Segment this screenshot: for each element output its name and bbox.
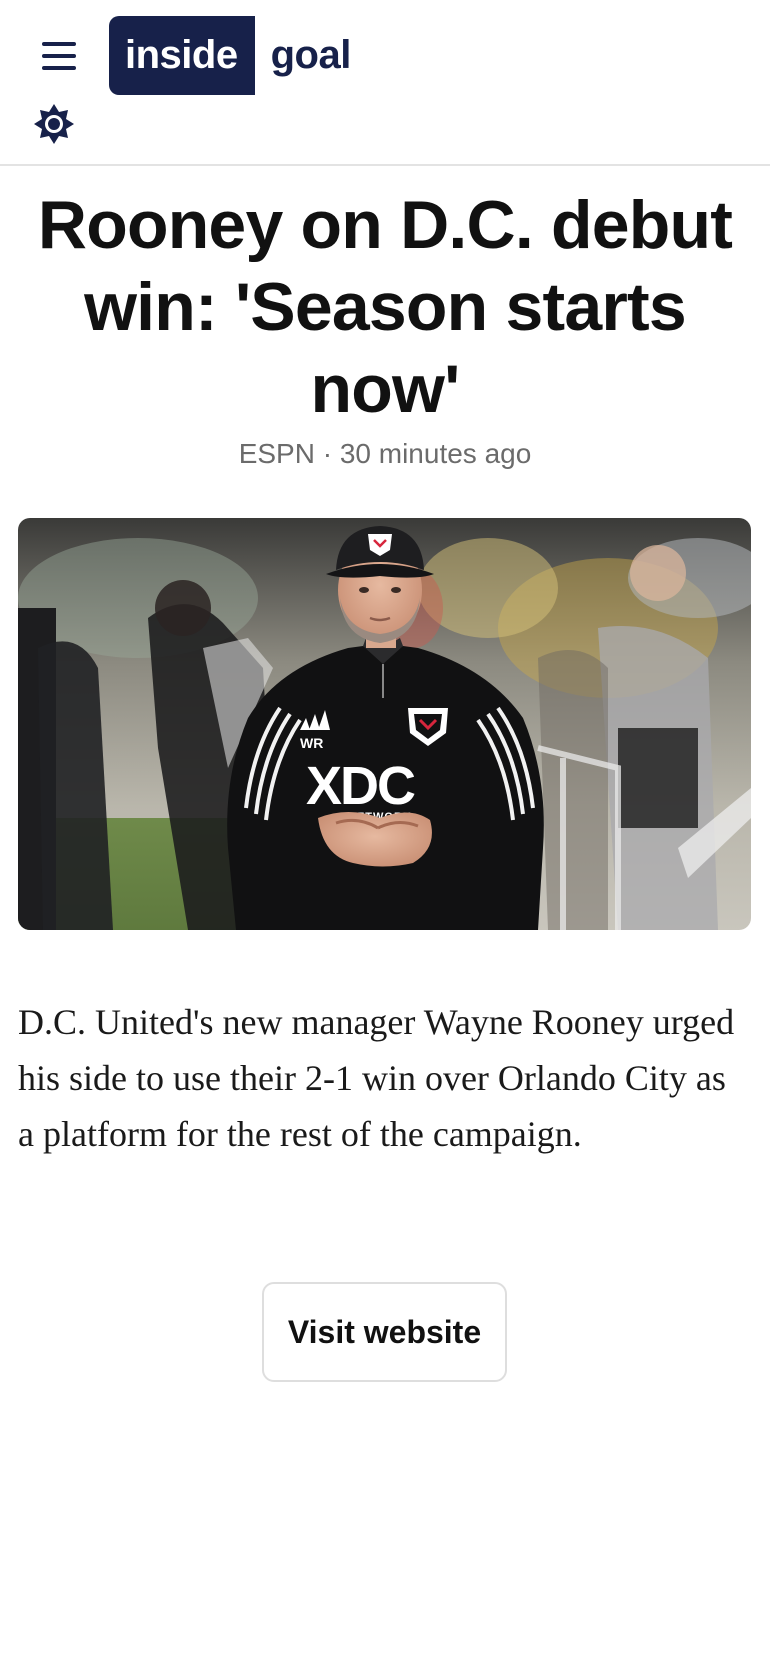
top-bar: inside goal [0, 0, 770, 166]
hamburger-menu-icon[interactable] [38, 38, 78, 74]
article-summary: D.C. United's new manager Wayne Rooney u… [18, 1002, 735, 1154]
logo-inside-text: inside [109, 16, 255, 95]
menu-line [42, 42, 76, 46]
visit-website-button[interactable]: Visit website [262, 1282, 507, 1382]
menu-line [42, 66, 76, 70]
menu-line [42, 54, 76, 58]
site-logo[interactable]: inside goal [109, 16, 351, 95]
jacket-initials: WR [300, 735, 323, 751]
logo-goal-text: goal [270, 33, 352, 77]
article-image: WR XDC NETWORK [18, 518, 751, 930]
sun-icon[interactable] [32, 102, 76, 146]
article-title: Rooney on D.C. debut win: 'Season starts… [37, 187, 733, 427]
article-meta: ESPN · 30 minutes ago [238, 438, 532, 469]
sponsor-logo: XDC [306, 756, 415, 816]
